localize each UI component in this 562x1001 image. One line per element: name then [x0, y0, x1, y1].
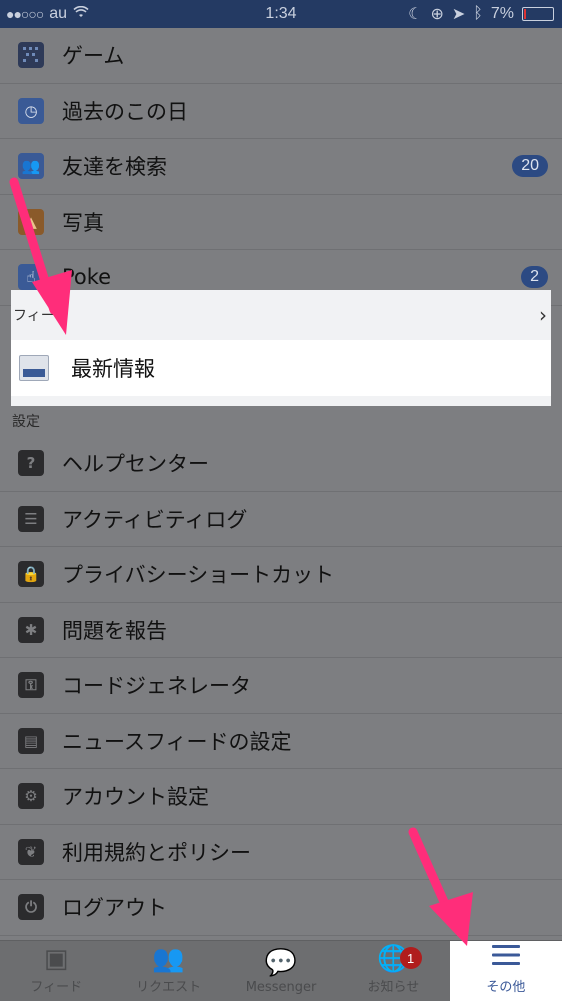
menu-item-label: ログアウト [62, 896, 167, 921]
tab-messenger[interactable]: 💬 Messenger [225, 941, 337, 1001]
tab-news-feed[interactable]: ▣ フィード [0, 941, 112, 1001]
notification-badge: 1 [399, 947, 422, 969]
menu-item-label: Poke [62, 265, 112, 290]
poke-hand-icon: ☝ [18, 264, 44, 291]
feed-settings-icon: ▤ [18, 727, 44, 754]
menu-item-label: プライバシーショートカット [62, 563, 335, 588]
location-icon: ➤ [451, 6, 466, 23]
tab-label: その他 [486, 980, 526, 995]
menu-item-photos[interactable]: ▲ 写真 [0, 194, 562, 250]
menu-item-on-this-day[interactable]: ◷ 過去のこの日 [0, 83, 562, 139]
menu-item-label: 最新情報 [71, 357, 155, 381]
settings-section-header: 設定 [0, 406, 562, 436]
menu-icon [491, 943, 520, 972]
menu-item-games[interactable]: ゲーム [0, 28, 562, 84]
menu-item-label: 問題を報告 [62, 618, 167, 643]
tab-more[interactable]: その他 [449, 941, 562, 1001]
menu-item-label: アカウント設定 [62, 785, 209, 810]
menu-item-most-recent[interactable]: 最新情報 [11, 340, 551, 396]
settings-list: 設定 ? ヘルプセンター ☰ アクティビティログ 🔒 プライバシーショートカット… [0, 406, 562, 936]
feed-section-highlight: フィード › 最新情報 [11, 290, 551, 408]
help-icon: ? [18, 450, 44, 477]
feed-section-title: フィード [13, 308, 69, 324]
menu-item-label: 過去のこの日 [62, 99, 188, 124]
count-badge: 20 [512, 155, 548, 178]
privacy-lock-icon: 🔒 [18, 561, 44, 588]
apps-list: ゲーム ◷ 過去のこの日 👥 友達を検索 20 ▲ 写真 ☝ Poke 2 [0, 28, 562, 306]
menu-item-report-problem[interactable]: ✱ 問題を報告 [0, 602, 562, 658]
menu-item-help-center[interactable]: ? ヘルプセンター [0, 436, 562, 492]
menu-item-log-out[interactable]: ⏻ ログアウト [0, 880, 562, 936]
menu-item-label: アクティビティログ [62, 507, 248, 532]
moon-icon: ☾ [408, 6, 423, 23]
status-bar: ●●○○○ au 1:34 ☾ ⊕ ➤ ᛒ 7% [0, 0, 562, 28]
clock-history-icon: ◷ [18, 97, 44, 124]
messenger-icon: 💬 [264, 948, 298, 978]
menu-item-label: ゲーム [62, 44, 125, 69]
menu-item-label: ヘルプセンター [62, 452, 209, 477]
battery-percent: 7% [490, 5, 514, 22]
menu-item-privacy-shortcuts[interactable]: 🔒 プライバシーショートカット [0, 547, 562, 603]
grid-icon [18, 42, 44, 69]
menu-item-code-generator[interactable]: ⚿ コードジェネレータ [0, 658, 562, 714]
count-badge: 2 [521, 266, 548, 289]
menu-item-label: 友達を検索 [62, 155, 167, 180]
friends-icon: 👥 [18, 153, 44, 180]
tab-label: フィード [30, 980, 83, 995]
friend-requests-icon: 👥 [152, 944, 185, 974]
code-lock-icon: ⚿ [18, 672, 44, 699]
tab-label: お知らせ [367, 980, 420, 995]
tab-friend-requests[interactable]: 👥 リクエスト [112, 941, 224, 1001]
tab-notifications[interactable]: 🌐 1 お知らせ [337, 941, 449, 1001]
menu-item-label: 利用規約とポリシー [62, 840, 251, 865]
power-icon: ⏻ [18, 894, 44, 921]
policy-icon: ❦ [18, 838, 44, 865]
tab-label: Messenger [245, 980, 317, 995]
menu-item-terms-policies[interactable]: ❦ 利用規約とポリシー [0, 824, 562, 880]
chevron-right-icon: › [539, 303, 547, 327]
tab-bar: ▣ フィード 👥 リクエスト 💬 Messenger 🌐 1 お知らせ その他 [0, 940, 562, 1001]
rotation-lock-icon: ⊕ [430, 6, 444, 23]
bug-icon: ✱ [18, 616, 44, 643]
tab-label: リクエスト [136, 980, 202, 995]
news-feed-icon: ▣ [43, 944, 69, 974]
menu-item-account-settings[interactable]: ⚙ アカウント設定 [0, 769, 562, 825]
list-icon: ☰ [18, 505, 44, 532]
menu-item-find-friends[interactable]: 👥 友達を検索 20 [0, 139, 562, 195]
menu-item-news-feed-settings[interactable]: ▤ ニュースフィードの設定 [0, 713, 562, 769]
news-feed-icon [19, 355, 49, 381]
photo-icon: ▲ [18, 208, 44, 235]
feed-section-header[interactable]: フィード › [11, 290, 551, 340]
gear-icon: ⚙ [18, 783, 44, 810]
menu-item-label: 写真 [62, 210, 104, 235]
bluetooth-icon: ᛒ [473, 5, 483, 22]
menu-item-label: コードジェネレータ [62, 674, 251, 699]
menu-item-label: ニュースフィードの設定 [62, 729, 292, 754]
battery-icon [522, 7, 554, 21]
menu-item-activity-log[interactable]: ☰ アクティビティログ [0, 491, 562, 547]
